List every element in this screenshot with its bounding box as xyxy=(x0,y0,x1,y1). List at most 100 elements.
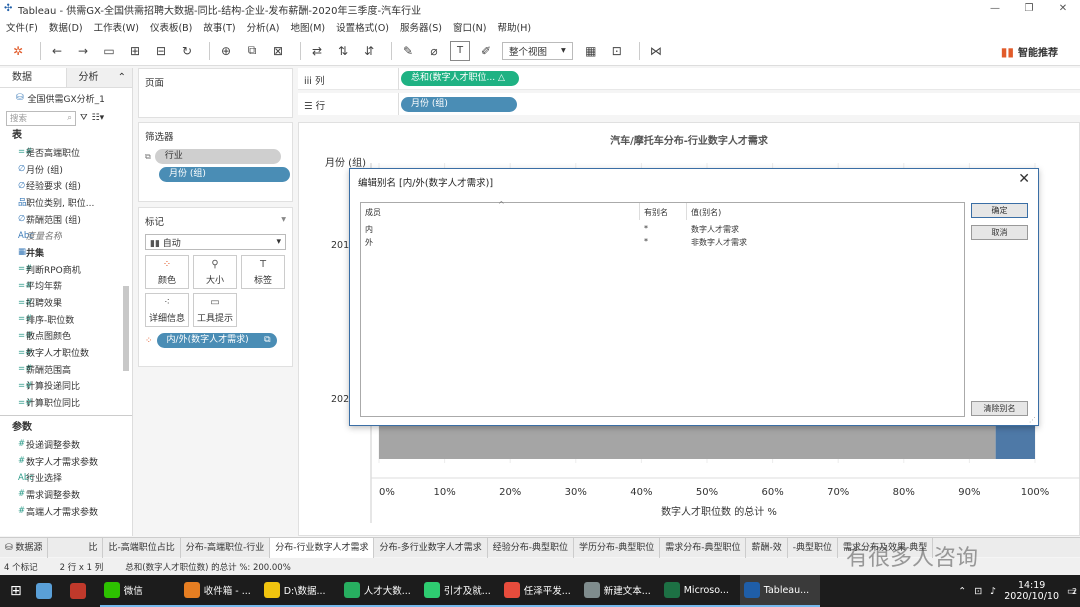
ok-button[interactable]: 确定 xyxy=(971,203,1028,218)
parameter-item[interactable]: # 高端人才需求参数 xyxy=(0,503,132,520)
swap-rows-cols-icon[interactable]: ⇄ xyxy=(307,41,327,61)
size-button[interactable]: ⚲ 大小 xyxy=(193,255,237,289)
show-labels-icon[interactable]: T xyxy=(450,40,470,61)
columns-pill-sum[interactable]: 总和(数字人才职位... △ xyxy=(401,71,519,86)
clock[interactable]: 14:19 2020/10/10 xyxy=(1004,580,1059,602)
alias-row-value[interactable]: 非数字人才需求 xyxy=(691,237,747,248)
field-item[interactable]: ∅ 经验要求 (组) xyxy=(0,177,132,194)
datasource-tab[interactable]: ⛁ 数据源 xyxy=(0,537,49,558)
field-item[interactable]: Abc 度量名称 xyxy=(0,227,132,244)
field-item[interactable]: =# 数字人才职位数 xyxy=(0,344,132,361)
taskbar-app[interactable]: D:\数据... xyxy=(259,575,340,607)
tableau-logo-icon[interactable]: ✲ xyxy=(8,41,28,61)
sheet-tab[interactable]: 薪酬-效 xyxy=(746,537,788,558)
menu-file[interactable]: 文件(F) xyxy=(6,20,38,34)
tab-data[interactable]: 数据 xyxy=(0,68,66,87)
clear-sheet-icon[interactable]: ⊠ xyxy=(268,41,288,61)
sheet-tab[interactable]: 比-高端职位占比 xyxy=(103,537,181,558)
new-worksheet-icon[interactable]: ⊕ xyxy=(216,41,236,61)
menu-story[interactable]: 故事(T) xyxy=(203,20,235,34)
menu-format[interactable]: 设置格式(O) xyxy=(336,20,389,34)
view-list-icon[interactable]: ☷▾ xyxy=(92,113,105,123)
parameter-item[interactable]: # 需求调整参数 xyxy=(0,486,132,503)
taskbar-app[interactable] xyxy=(32,575,66,607)
label-button[interactable]: T 标签 xyxy=(241,255,285,289)
menu-analysis[interactable]: 分析(A) xyxy=(247,20,280,34)
taskbar-app[interactable] xyxy=(66,575,100,607)
sheet-tab[interactable]: 分布-多行业数字人才需求 xyxy=(374,537,488,558)
mark-type-select[interactable]: ▮▮ 自动 ▾ xyxy=(145,234,286,250)
datasource-item[interactable]: ⛁ 全国供需GX分析_1 xyxy=(0,88,132,108)
pause-updates-icon[interactable]: ⊟ xyxy=(151,41,171,61)
taskbar-app[interactable]: 任泽平发... xyxy=(499,575,580,607)
taskbar-app[interactable]: 收件箱 - ... xyxy=(179,575,260,607)
clear-alias-button[interactable]: 清除别名 xyxy=(971,401,1028,416)
field-item[interactable]: 品职位类别, 职位... xyxy=(0,194,132,211)
start-button[interactable]: ⊞ xyxy=(0,575,32,607)
taskbar-app[interactable]: Microso... xyxy=(659,575,740,607)
tooltip-button[interactable]: ▭ 工具提示 xyxy=(193,293,237,327)
parameter-item[interactable]: Abc 行业选择 xyxy=(0,469,132,486)
menu-dashboard[interactable]: 仪表板(B) xyxy=(150,20,192,34)
fit-select[interactable]: 整个视图 ▾ xyxy=(502,41,573,60)
filters-shelf[interactable]: 筛选器 ⧉ 行业 月份 (组) xyxy=(138,122,293,202)
field-item[interactable]: =# 招聘效果 xyxy=(0,294,132,311)
field-item[interactable]: ▦ 井集 xyxy=(0,244,132,261)
col-header-member[interactable]: 成员 xyxy=(365,207,381,218)
field-item[interactable]: =# 计算职位同比 xyxy=(0,394,132,411)
columns-drop-area[interactable]: 总和(数字人才职位... △ xyxy=(398,68,1080,90)
menu-worksheet[interactable]: 工作表(W) xyxy=(94,20,139,34)
rows-pill-month[interactable]: 月份 (组) xyxy=(401,97,517,112)
field-item[interactable]: ∅ 月份 (组) xyxy=(0,161,132,178)
sort-descending-icon[interactable]: ⇵ xyxy=(359,41,379,61)
color-button[interactable]: ⁘ 颜色 xyxy=(145,255,189,289)
sheet-tab[interactable]: 经验分布-典型职位 xyxy=(488,537,574,558)
menu-data[interactable]: 数据(D) xyxy=(49,20,83,34)
parameter-item[interactable]: # 投递调整参数 xyxy=(0,436,132,453)
sheet-tab[interactable]: -典型职位 xyxy=(788,537,838,558)
filter-pill-month[interactable]: 月份 (组) xyxy=(159,167,290,182)
field-item[interactable]: =# 薪酬范围高 xyxy=(0,361,132,378)
taskbar-app[interactable]: 微信 xyxy=(99,575,180,607)
alias-row-member[interactable]: 内 xyxy=(365,224,373,235)
resize-grip-icon[interactable]: ⋰ xyxy=(1029,416,1036,424)
col-header-has-alias[interactable]: 有别名 xyxy=(644,207,668,218)
detail-button[interactable]: ⁖ 详细信息 xyxy=(145,293,189,327)
tab-analysis[interactable]: 分析 ⌃ xyxy=(65,68,132,87)
field-item[interactable]: =# 排序-职位数 xyxy=(0,311,132,328)
sort-ascending-icon[interactable]: ⇅ xyxy=(333,41,353,61)
field-item[interactable]: =# 计算投递同比 xyxy=(0,378,132,395)
sheet-tab[interactable]: 分布-高端职位-行业 xyxy=(181,537,271,558)
field-item[interactable]: =# 判断RPO商机 xyxy=(0,261,132,278)
sheet-tab[interactable]: 需求分布-典型职位 xyxy=(660,537,747,558)
taskbar-app[interactable]: 人才大数... xyxy=(339,575,420,607)
data-pane-scrollbar[interactable] xyxy=(123,286,129,371)
close-window-button[interactable]: ✕ xyxy=(1046,0,1080,18)
field-item[interactable]: =# 是否高端职位 xyxy=(0,144,132,161)
alias-row-member[interactable]: 外 xyxy=(365,237,373,248)
show-me-button[interactable]: ▮▮ 智能推荐 xyxy=(1001,44,1058,60)
sheet-tab-active[interactable]: 分布-行业数字人才需求 xyxy=(270,537,375,558)
search-input[interactable]: 搜索 ⌕ xyxy=(6,110,76,126)
field-item[interactable]: ∅ 薪酬范围 (组) xyxy=(0,211,132,228)
tray-chevron-icon[interactable]: ⌃ xyxy=(958,586,966,597)
group-icon[interactable]: ⌀ xyxy=(424,41,444,61)
dialog-close-icon[interactable]: ✕ xyxy=(1018,171,1030,187)
share-icon[interactable]: ⋈ xyxy=(646,41,666,61)
alias-row-value[interactable]: 数字人才需求 xyxy=(691,224,739,235)
marks-pill-inner-outer[interactable]: 内/外(数字人才需求) ⧉ xyxy=(156,333,277,348)
highlight-icon[interactable]: ✎ xyxy=(398,41,418,61)
notification-icon[interactable]: ▭ 2 xyxy=(1067,586,1077,597)
refresh-icon[interactable]: ↻ xyxy=(177,41,197,61)
field-item[interactable]: =# 散点图颜色 xyxy=(0,328,132,345)
save-icon[interactable]: ▭ xyxy=(99,41,119,61)
volume-icon[interactable]: ♪ xyxy=(990,586,996,597)
maximize-button[interactable]: ❐ xyxy=(1012,0,1046,18)
menu-server[interactable]: 服务器(S) xyxy=(400,20,442,34)
taskbar-app[interactable]: 引才及就... xyxy=(419,575,500,607)
field-item[interactable]: =# 平均年薪 xyxy=(0,278,132,295)
presentation-mode-icon[interactable]: ⊡ xyxy=(607,41,627,61)
undo-icon[interactable]: ← xyxy=(47,41,67,61)
duplicate-sheet-icon[interactable]: ⧉ xyxy=(242,41,262,61)
menu-help[interactable]: 帮助(H) xyxy=(498,20,532,34)
